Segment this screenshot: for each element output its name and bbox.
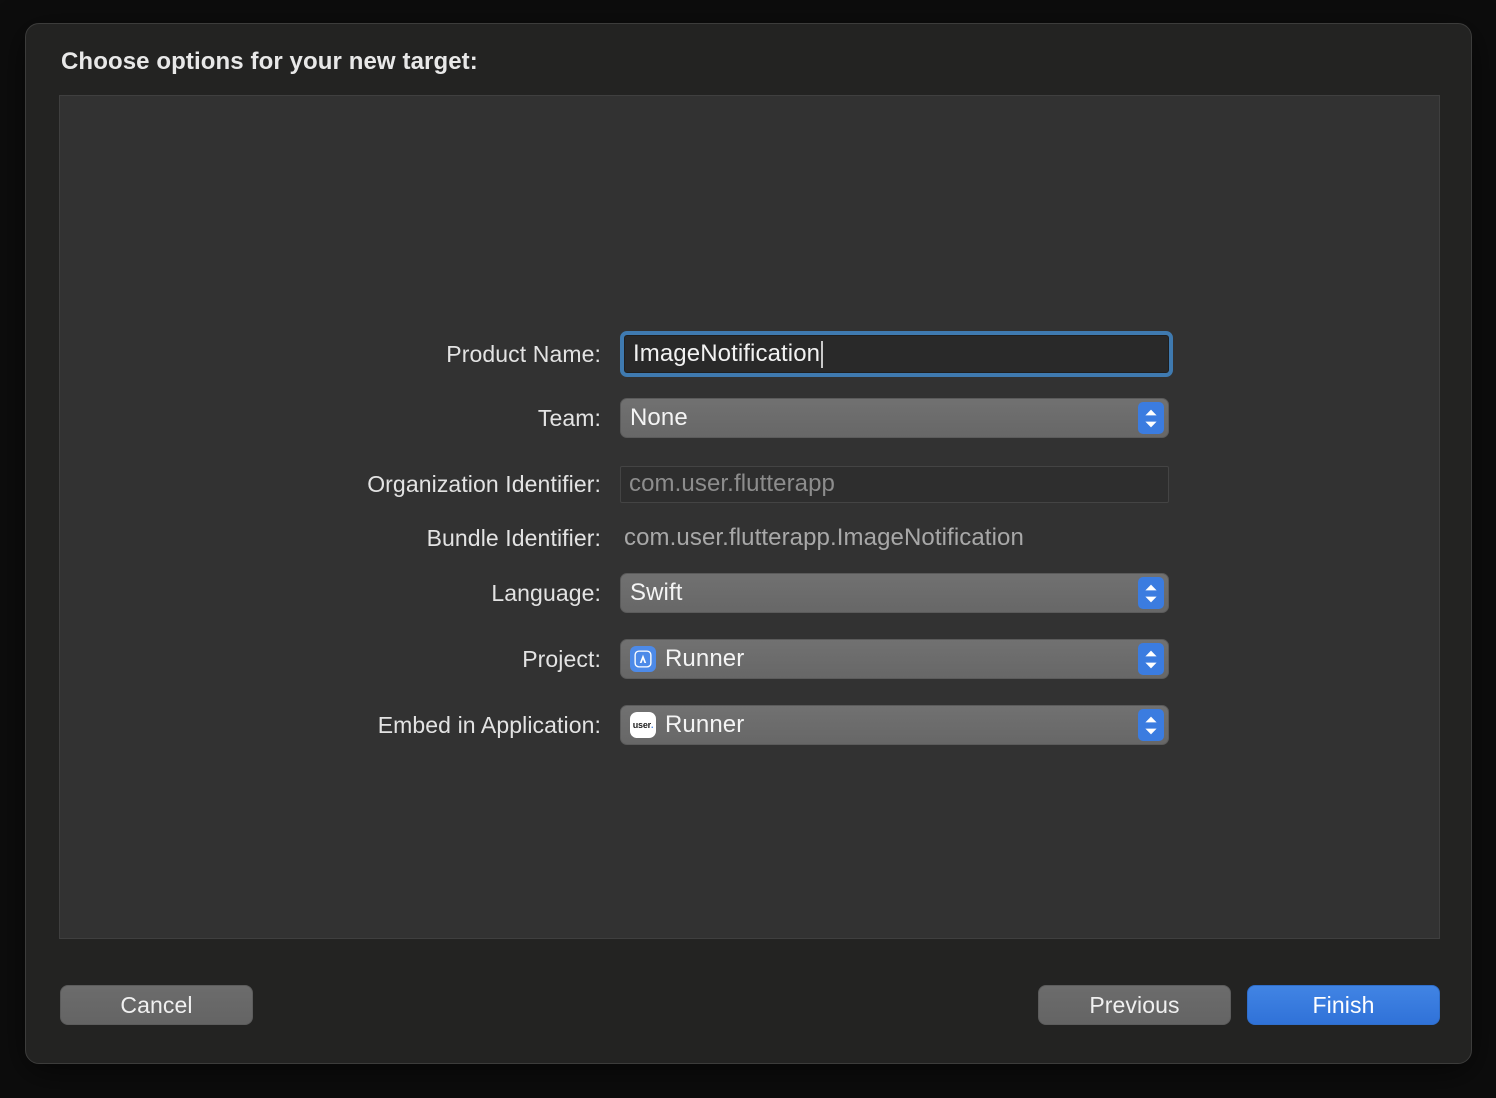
language-popup-button[interactable]: Swift: [620, 573, 1169, 613]
project-popup-button[interactable]: Runner: [620, 639, 1169, 679]
organization-identifier-control: com.user.flutterapp: [620, 465, 1169, 503]
language-selected-value: Swift: [630, 579, 683, 606]
runner-app-icon: user.: [630, 712, 656, 738]
form-row-organization-identifier: Organization Identifier: com.user.flutte…: [60, 464, 1439, 504]
product-name-input[interactable]: ImageNotification: [620, 331, 1173, 377]
language-label: Language:: [491, 579, 601, 606]
bundle-identifier-label: Bundle Identifier:: [426, 524, 601, 551]
chevron-up-down-icon[interactable]: [1138, 709, 1164, 741]
product-name-value: ImageNotification: [633, 340, 821, 367]
runner-app-icon-dot: .: [650, 719, 654, 730]
options-panel: Product Name: ImageNotification Team: No…: [59, 95, 1440, 939]
bundle-identifier-value: com.user.flutterapp.ImageNotification: [624, 524, 1024, 551]
chevron-up-down-icon[interactable]: [1138, 643, 1164, 675]
form-row-team: Team: None: [60, 398, 1439, 438]
form-row-product-name: Product Name: ImageNotification: [60, 331, 1439, 377]
text-cursor: [821, 340, 824, 368]
new-target-options-dialog: Choose options for your new target: Prod…: [25, 23, 1472, 1064]
embed-in-application-label: Embed in Application:: [377, 711, 601, 738]
team-selected-value: None: [630, 404, 688, 431]
product-name-control: ImageNotification: [620, 331, 1173, 377]
previous-button[interactable]: Previous: [1038, 985, 1231, 1025]
organization-identifier-input[interactable]: com.user.flutterapp: [620, 465, 1169, 503]
runner-app-icon-text: user: [632, 719, 651, 730]
project-control: Runner: [620, 639, 1169, 679]
embed-in-application-control: user. Runner: [620, 705, 1169, 745]
form-row-embed-in-application: Embed in Application: user. Runner: [60, 705, 1439, 745]
bundle-identifier-control: com.user.flutterapp.ImageNotification: [620, 524, 1024, 552]
team-label: Team:: [537, 404, 601, 431]
chevron-up-down-icon[interactable]: [1138, 577, 1164, 609]
cancel-button[interactable]: Cancel: [60, 985, 253, 1025]
project-label: Project:: [522, 645, 601, 672]
finish-button[interactable]: Finish: [1247, 985, 1440, 1025]
form-row-project: Project: Runner: [60, 639, 1439, 679]
chevron-up-down-icon[interactable]: [1138, 402, 1164, 434]
embed-in-application-selected-value: Runner: [665, 711, 745, 738]
project-selected-value: Runner: [665, 645, 745, 672]
organization-identifier-placeholder: com.user.flutterapp: [629, 470, 836, 497]
form-row-language: Language: Swift: [60, 573, 1439, 613]
product-name-label: Product Name:: [446, 340, 601, 367]
language-control: Swift: [620, 573, 1169, 613]
dialog-title: Choose options for your new target:: [61, 48, 478, 75]
form-row-bundle-identifier: Bundle Identifier: com.user.flutterapp.I…: [60, 518, 1439, 558]
team-popup-button[interactable]: None: [620, 398, 1169, 438]
organization-identifier-label: Organization Identifier:: [367, 470, 601, 497]
team-control: None: [620, 398, 1169, 438]
embed-in-application-popup-button[interactable]: user. Runner: [620, 705, 1169, 745]
xcode-project-icon: [630, 646, 656, 672]
